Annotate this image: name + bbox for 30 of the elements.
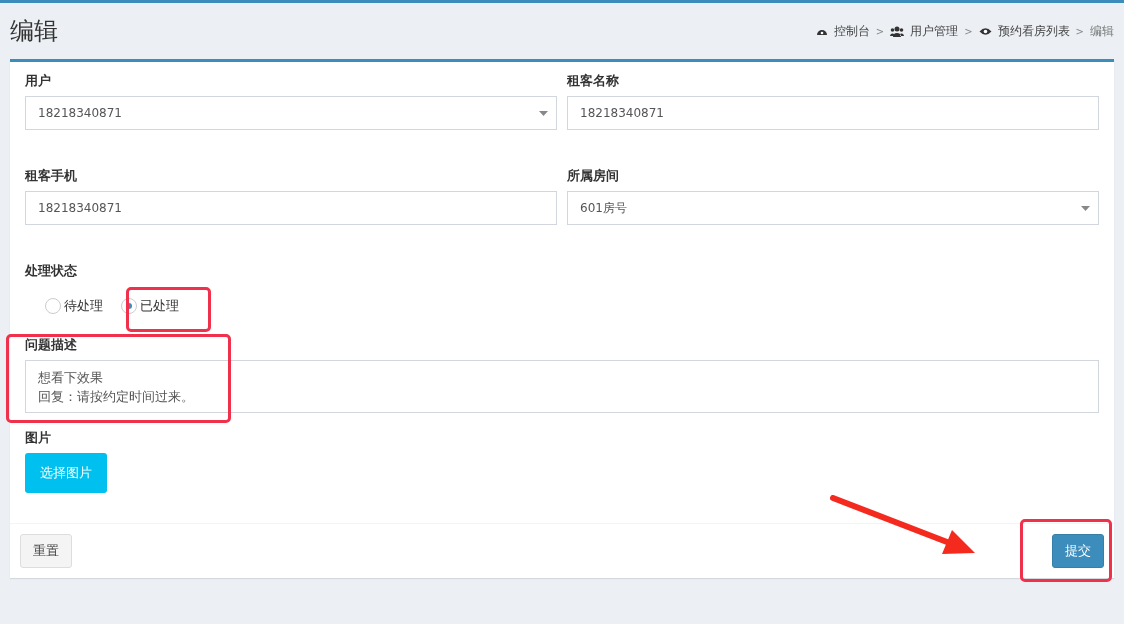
page-title: 编辑 [10,16,58,47]
description-line: 想看下效果 [38,369,104,387]
breadcrumb-separator: > [1075,25,1084,37]
select-field[interactable]: 601房号 [567,191,1099,225]
field-label: 租客名称 [567,72,619,90]
description-field[interactable]: 想看下效果 回复：请按约定时间过来。 [25,360,1099,413]
caret-icon [539,111,548,116]
field-label: 所属房间 [567,167,619,185]
eye-icon [978,26,992,36]
field-label: 处理状态 [25,262,77,280]
field-label: 用户 [25,72,51,90]
breadcrumb-link[interactable]: 用户管理 [910,22,959,40]
users-icon [890,25,905,37]
field-label: 图片 [25,429,51,447]
radio-option[interactable]: 已处理 [121,297,179,315]
input-field[interactable]: 18218340871 [25,191,557,225]
breadcrumb-link[interactable]: 预约看房列表 [997,22,1070,40]
breadcrumb-separator: > [875,25,885,37]
radio-option[interactable]: 待处理 [45,297,103,315]
breadcrumb-separator: > [964,25,973,37]
select-field[interactable]: 18218340871 [25,96,557,130]
reset-button[interactable]: 重置 [20,534,72,568]
breadcrumb-link[interactable]: 控制台 [833,22,870,40]
input-field[interactable]: 18218340871 [567,96,1099,130]
submit-button[interactable]: 提交 [1052,534,1104,568]
breadcrumb-current: 编辑 [1090,22,1114,40]
field-label: 问题描述 [25,336,77,354]
description-line: 回复：请按约定时间过来。 [38,388,195,406]
field-label: 租客手机 [25,167,77,185]
caret-icon [1081,206,1090,211]
